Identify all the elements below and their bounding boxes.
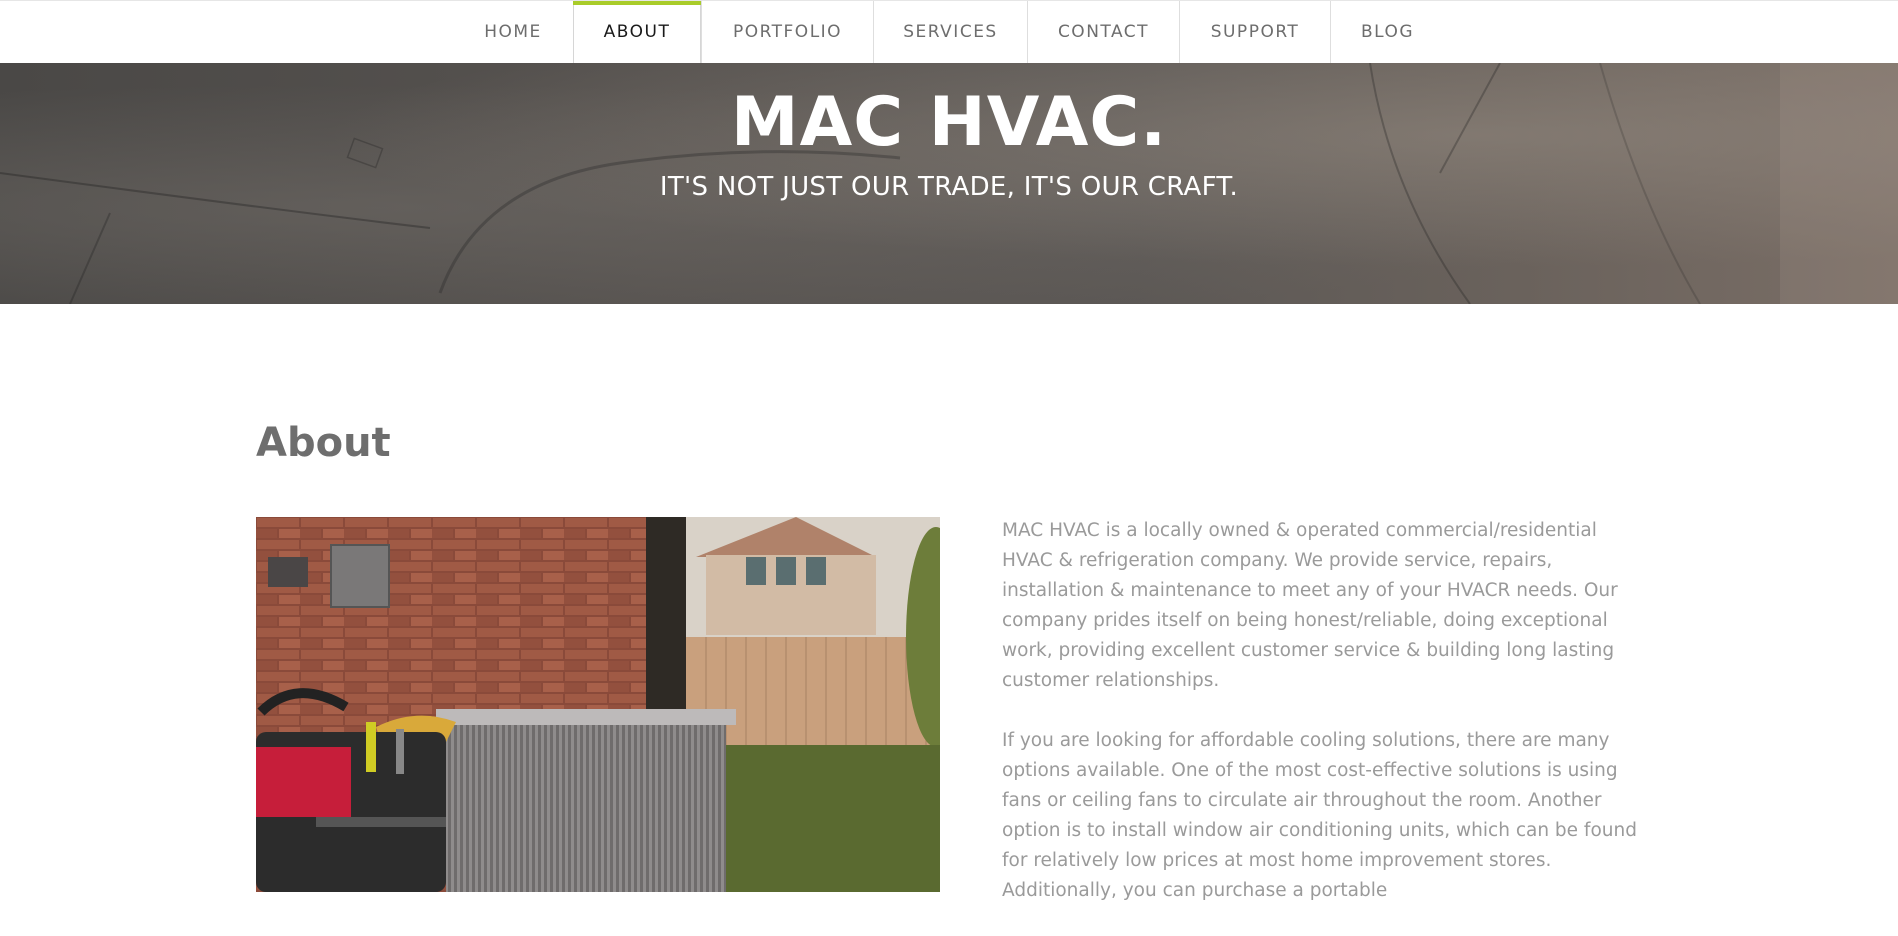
nav-item-portfolio[interactable]: PORTFOLIO bbox=[701, 1, 873, 63]
about-photo bbox=[256, 517, 940, 892]
nav-item-home[interactable]: HOME bbox=[453, 1, 573, 63]
nav-item-contact[interactable]: CONTACT bbox=[1027, 1, 1179, 63]
ac-unit-photo bbox=[256, 517, 940, 892]
nav-list: HOME ABOUT PORTFOLIO SERVICES CONTACT SU… bbox=[453, 1, 1444, 64]
nav-item-about[interactable]: ABOUT bbox=[573, 1, 701, 63]
about-paragraph-2: If you are looking for affordable coolin… bbox=[1002, 730, 1637, 901]
about-paragraph-1: MAC HVAC is a locally owned & operated c… bbox=[1002, 520, 1618, 691]
hero-banner: MAC HVAC. IT'S NOT JUST OUR TRADE, IT'S … bbox=[0, 63, 1898, 304]
nav-item-support[interactable]: SUPPORT bbox=[1179, 1, 1330, 63]
section-heading-about: About bbox=[256, 420, 391, 466]
about-description: MAC HVAC is a locally owned & operated c… bbox=[1002, 516, 1652, 936]
hero-title: MAC HVAC. bbox=[730, 83, 1168, 162]
hero-tagline: IT'S NOT JUST OUR TRADE, IT'S OUR CRAFT. bbox=[659, 172, 1239, 202]
nav-item-services[interactable]: SERVICES bbox=[873, 1, 1027, 63]
main-nav: HOME ABOUT PORTFOLIO SERVICES CONTACT SU… bbox=[0, 0, 1898, 63]
nav-item-blog[interactable]: BLOG bbox=[1330, 1, 1444, 63]
